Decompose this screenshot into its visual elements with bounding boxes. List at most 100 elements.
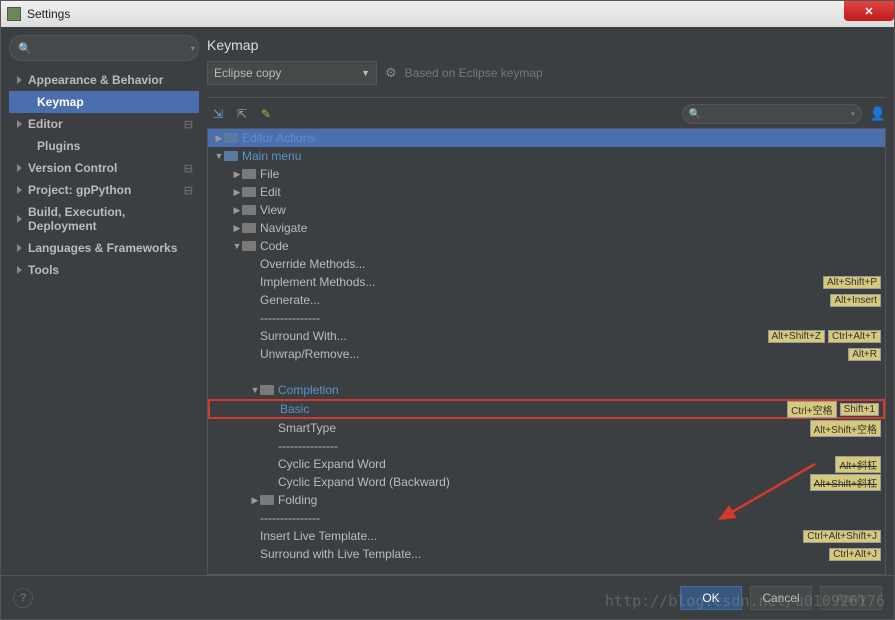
tree-arrow-icon xyxy=(250,531,260,541)
sidebar-item-label: Tools xyxy=(28,263,59,277)
help-button[interactable]: ? xyxy=(13,588,33,608)
footer-buttons: OK Cancel Apply xyxy=(680,586,882,610)
tree-label: Override Methods... xyxy=(260,257,881,271)
dropdown-icon[interactable]: ▾ xyxy=(851,110,855,118)
tree-arrow-icon xyxy=(270,404,280,414)
folder-icon xyxy=(224,151,238,161)
sidebar-item-label: Plugins xyxy=(37,139,80,153)
tree-arrow-icon: ▼ xyxy=(214,151,224,161)
tree-row[interactable]: ▶File xyxy=(208,165,885,183)
tree-row[interactable]: ▼Completion xyxy=(208,381,885,399)
sidebar-item[interactable]: Plugins xyxy=(9,135,199,157)
window-title: Settings xyxy=(27,7,70,21)
sidebar-search-input[interactable] xyxy=(36,41,191,55)
tree-arrow-icon xyxy=(250,349,260,359)
sidebar-item[interactable]: Editor ⊟ xyxy=(9,113,199,135)
shortcut-badge: Ctrl+Alt+J xyxy=(829,548,881,561)
tree-label: Edit xyxy=(260,185,881,199)
config-scope-icon: ⊟ xyxy=(184,162,193,175)
keymap-dropdown-value: Eclipse copy xyxy=(214,66,281,80)
folder-icon xyxy=(242,241,256,251)
tree-row[interactable]: --------------- xyxy=(208,509,885,527)
config-scope-icon: ⊟ xyxy=(184,118,193,131)
tree-arrow-icon xyxy=(250,549,260,559)
tree-row[interactable]: ▼Main menu xyxy=(208,147,885,165)
tree-row[interactable]: Insert Live Template...Ctrl+Alt+Shift+J xyxy=(208,527,885,545)
tree-arrow-icon: ▶ xyxy=(232,205,242,216)
tree-row[interactable]: Generate...Alt+Insert xyxy=(208,291,885,309)
tree-row[interactable] xyxy=(208,363,885,381)
sidebar-search[interactable]: 🔍 ▾ xyxy=(9,35,199,61)
tree-row[interactable]: Surround with Live Template...Ctrl+Alt+J xyxy=(208,545,885,563)
close-button[interactable]: ✕ xyxy=(844,1,894,21)
sidebar-item-label: Editor xyxy=(28,117,63,131)
tree-row[interactable]: ▶Folding xyxy=(208,491,885,509)
sidebar-item[interactable]: Languages & Frameworks xyxy=(9,237,199,259)
expand-arrow-icon xyxy=(17,76,22,84)
settings-window: Settings ✕ 🔍 ▾ Appearance & BehaviorKeym… xyxy=(0,0,895,620)
expand-all-icon[interactable]: ⇲ xyxy=(211,107,225,121)
sidebar-item-label: Languages & Frameworks xyxy=(28,241,177,255)
sidebar-item[interactable]: Project: gpPython⊟ xyxy=(9,179,199,201)
expand-arrow-icon xyxy=(17,215,22,223)
action-search[interactable]: 🔍 ▾ xyxy=(682,104,862,124)
page-title: Keymap xyxy=(207,35,886,61)
tree-row[interactable]: Override Methods... xyxy=(208,255,885,273)
tree-row[interactable]: ▶Navigate xyxy=(208,219,885,237)
body: 🔍 ▾ Appearance & BehaviorKeymapEditor⊟Pl… xyxy=(1,27,894,575)
tree-row[interactable]: Cyclic Expand WordAlt+斜杠 xyxy=(208,455,885,473)
toolbar-left: ⇲ ⇱ ✎ xyxy=(207,107,273,121)
tree-row[interactable]: ▶ Edit xyxy=(208,183,885,201)
footer: ? OK Cancel Apply xyxy=(1,575,894,619)
tree-row[interactable]: ▼Code xyxy=(208,237,885,255)
app-icon xyxy=(7,7,21,21)
tree-row[interactable]: ▶Editor Actions xyxy=(208,129,885,147)
sidebar-item[interactable]: Appearance & Behavior xyxy=(9,69,199,91)
shortcut-badge: Ctrl+Alt+Shift+J xyxy=(803,530,881,543)
apply-button[interactable]: Apply xyxy=(820,586,882,610)
tree-row[interactable]: Cyclic Expand Word (Backward)Alt+Shift+斜… xyxy=(208,473,885,491)
tree-arrow-icon xyxy=(250,313,260,323)
action-search-input[interactable] xyxy=(705,108,851,120)
tree-arrow-icon xyxy=(250,331,260,341)
tree-arrow-icon: ▶ xyxy=(232,187,242,198)
collapse-all-icon[interactable]: ⇱ xyxy=(235,107,249,121)
tree-scroll[interactable]: ▶Editor Actions▼Main menu▶File ▶ Edit ▶View… xyxy=(208,129,885,574)
tree-row[interactable]: --------------- xyxy=(208,309,885,327)
tree-row[interactable]: Implement Methods...Alt+Shift+P xyxy=(208,273,885,291)
sidebar-item[interactable]: Version Control⊟ xyxy=(9,157,199,179)
keymap-selector-row: Eclipse copy ▼ ⚙ Based on Eclipse keymap xyxy=(207,61,886,85)
tree-label: Implement Methods... xyxy=(260,275,820,289)
tree-arrow-icon xyxy=(268,477,278,487)
folder-icon xyxy=(242,187,256,197)
find-by-shortcut-icon[interactable]: 👤 xyxy=(870,106,886,122)
cancel-button[interactable]: Cancel xyxy=(750,586,812,610)
tree-row[interactable]: ▶View xyxy=(208,201,885,219)
tree-arrow-icon xyxy=(268,423,278,433)
dropdown-icon[interactable]: ▾ xyxy=(191,44,195,53)
sidebar-item[interactable]: Tools xyxy=(9,259,199,281)
sidebar-item[interactable]: Build, Execution, Deployment xyxy=(9,201,199,237)
folder-icon xyxy=(224,133,238,143)
tree-arrow-icon xyxy=(250,277,260,287)
tree-row[interactable]: SmartTypeAlt+Shift+空格 xyxy=(208,419,885,437)
tree-row[interactable]: Unwrap/Remove...Alt+R xyxy=(208,345,885,363)
edit-icon[interactable]: ✎ xyxy=(259,107,273,121)
tree-arrow-icon: ▶ xyxy=(214,133,224,144)
keymap-dropdown[interactable]: Eclipse copy ▼ xyxy=(207,61,377,85)
sidebar-item[interactable]: Keymap xyxy=(9,91,199,113)
tree-row[interactable]: BasicCtrl+空格Shift+1 xyxy=(208,399,885,419)
search-icon: 🔍 xyxy=(689,109,701,120)
folder-icon xyxy=(242,205,256,215)
tree-label: Surround With... xyxy=(260,329,765,343)
gear-icon[interactable]: ⚙ xyxy=(385,65,397,81)
ok-button[interactable]: OK xyxy=(680,586,742,610)
tree-row[interactable]: Surround With...Alt+Shift+ZCtrl+Alt+T xyxy=(208,327,885,345)
expand-arrow-icon xyxy=(17,186,22,194)
tree-label: --------------- xyxy=(260,311,881,325)
tree-arrow-icon: ▼ xyxy=(232,241,242,251)
tree-label: Basic xyxy=(280,402,784,416)
tree-row[interactable]: --------------- xyxy=(208,437,885,455)
sidebar-items: Appearance & BehaviorKeymap Editor ⊟ Plugin… xyxy=(9,69,199,281)
tree-label: Generate... xyxy=(260,293,827,307)
